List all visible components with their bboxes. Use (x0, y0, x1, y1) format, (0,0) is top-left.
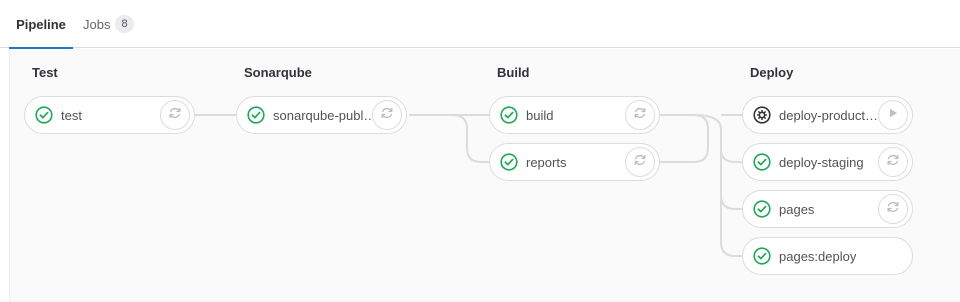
job-reports[interactable]: reports (489, 143, 660, 181)
retry-icon (886, 153, 900, 172)
status-success-icon (753, 247, 771, 265)
status-success-icon (500, 106, 518, 124)
retry-button[interactable] (372, 100, 402, 130)
job-build[interactable]: build (489, 96, 660, 134)
retry-icon (380, 106, 394, 125)
job-name: deploy-product… (779, 107, 878, 123)
job-name: sonarqube-publ… (273, 107, 377, 123)
retry-button[interactable] (878, 194, 908, 224)
retry-icon (633, 153, 647, 172)
job-name: test (61, 107, 82, 123)
job-name: reports (526, 154, 567, 170)
retry-icon (168, 106, 182, 125)
tab-jobs[interactable]: Jobs 8 (83, 0, 134, 48)
job-pages[interactable]: pages (742, 190, 913, 228)
retry-button[interactable] (878, 147, 908, 177)
job-sonarqube-publish[interactable]: sonarqube-publ… (236, 96, 407, 134)
retry-button[interactable] (625, 147, 655, 177)
stage-title-test: Test (32, 65, 58, 80)
tab-pipeline[interactable]: Pipeline (9, 0, 73, 49)
stage-title-build: Build (497, 65, 530, 80)
job-test[interactable]: test (24, 96, 195, 134)
tab-jobs-label: Jobs (83, 16, 111, 32)
job-pages-deploy[interactable]: pages:deploy (742, 237, 913, 275)
play-icon (887, 106, 899, 124)
retry-icon (633, 106, 647, 125)
stage-title-sonarqube: Sonarqube (244, 65, 312, 80)
pipeline-tabs: Pipeline Jobs 8 (0, 0, 960, 49)
retry-icon (886, 200, 900, 219)
job-name: pages (779, 201, 815, 217)
job-deploy-staging[interactable]: deploy-staging (742, 143, 913, 181)
status-success-icon (500, 153, 518, 171)
status-manual-gear-icon (753, 106, 771, 124)
job-name: deploy-staging (779, 154, 864, 170)
play-button[interactable] (878, 100, 908, 130)
retry-button[interactable] (625, 100, 655, 130)
jobs-count-badge: 8 (115, 15, 134, 33)
retry-button[interactable] (160, 100, 190, 130)
job-name: pages:deploy (779, 248, 857, 264)
status-success-icon (753, 153, 771, 171)
status-success-icon (247, 106, 265, 124)
stage-title-deploy: Deploy (750, 65, 794, 80)
job-name: build (526, 107, 554, 123)
job-deploy-production[interactable]: deploy-product… (742, 96, 913, 134)
status-success-icon (35, 106, 53, 124)
status-success-icon (753, 200, 771, 218)
pipeline-graph: Test Sonarqube Build Deploy test sonarqu… (9, 49, 960, 302)
tab-pipeline-label: Pipeline (16, 16, 66, 32)
